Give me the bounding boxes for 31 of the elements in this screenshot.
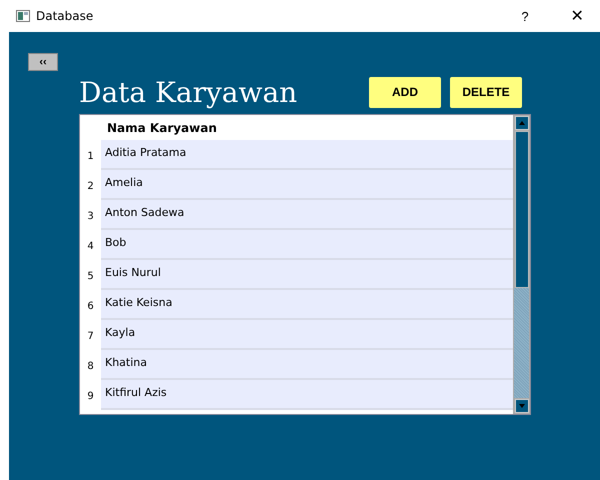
scroll-thumb[interactable] xyxy=(514,131,528,288)
row-number: 8 xyxy=(86,360,95,374)
scroll-down-icon[interactable] xyxy=(514,399,528,413)
close-button[interactable]: ✕ xyxy=(554,0,600,32)
scrollbar[interactable] xyxy=(513,115,530,414)
table-cell[interactable]: Aditia Pratama xyxy=(101,140,513,170)
help-button[interactable]: ? xyxy=(502,0,548,32)
table-cell[interactable]: Kayla xyxy=(101,320,513,350)
table-cell[interactable]: Katie Keisna xyxy=(101,290,513,320)
table-cell[interactable]: Amelia xyxy=(101,170,513,200)
row-number: 7 xyxy=(86,330,95,344)
row-number: 2 xyxy=(86,180,95,194)
row-number: 4 xyxy=(86,240,95,254)
table-cell[interactable]: Bob xyxy=(101,230,513,260)
back-button[interactable]: ‹‹ xyxy=(28,53,58,71)
table-cell[interactable]: Khatina xyxy=(101,350,513,380)
table-cell[interactable]: Kitfirul Azis xyxy=(101,380,513,410)
row-number: 5 xyxy=(86,270,95,284)
table-cell[interactable]: Anton Sadewa xyxy=(101,200,513,230)
row-number: 1 xyxy=(86,150,95,164)
scroll-up-icon[interactable] xyxy=(514,116,528,130)
column-header: Nama Karyawan xyxy=(106,120,217,134)
table-cell[interactable]: Euis Nurul xyxy=(101,260,513,290)
action-button[interactable]: DELETE xyxy=(450,76,522,108)
action-button[interactable]: ADD xyxy=(369,76,441,108)
row-number: 6 xyxy=(86,300,95,314)
row-number: 3 xyxy=(86,210,95,224)
window-title: Database xyxy=(36,9,94,23)
page-heading: Data Karyawan xyxy=(79,76,298,108)
row-number: 9 xyxy=(86,390,95,404)
window-icon xyxy=(16,10,30,22)
